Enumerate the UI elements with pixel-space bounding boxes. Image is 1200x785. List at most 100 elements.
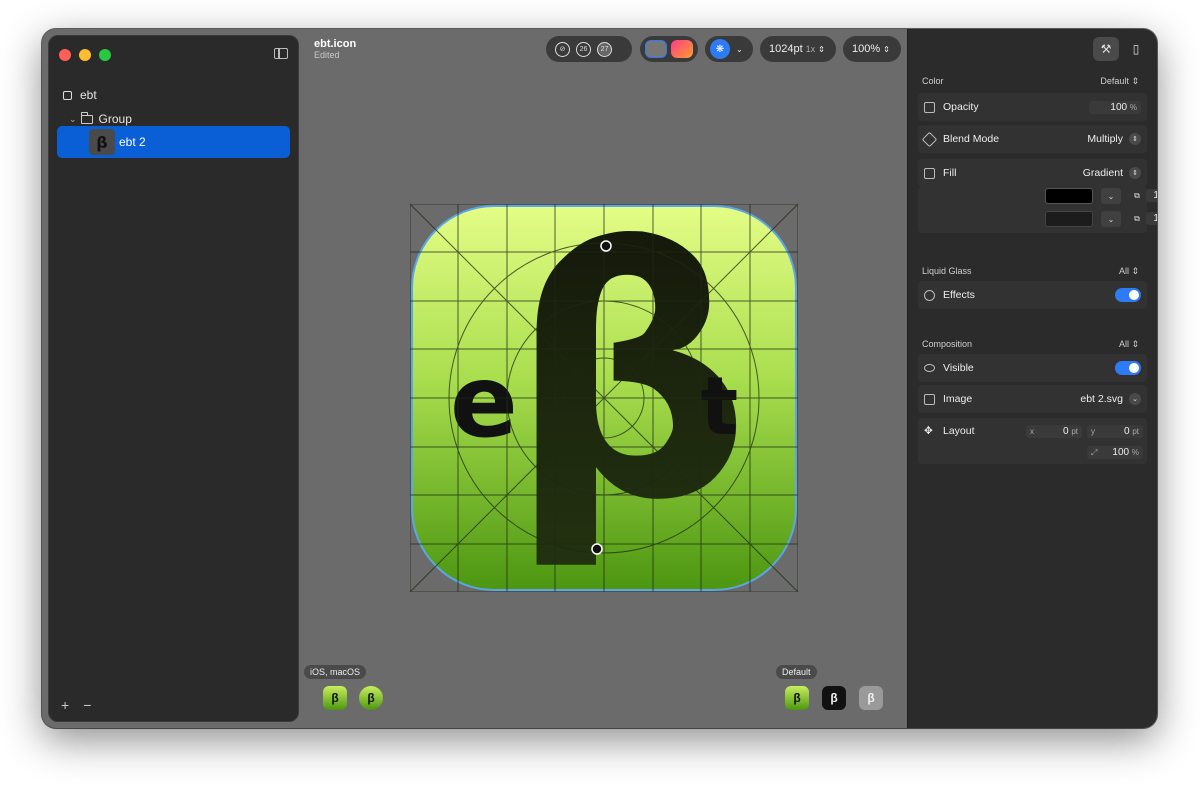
- layout-y-field[interactable]: y0 pt: [1087, 425, 1143, 438]
- platform-preview-group: ⊘ 26 27: [546, 36, 632, 62]
- section-title: Color: [922, 76, 944, 86]
- minimize-window-button[interactable]: [79, 49, 91, 61]
- updown-icon: ⇕: [1129, 133, 1141, 145]
- row-label: Blend Mode: [943, 133, 1000, 145]
- chevron-down-icon[interactable]: ⌄: [1101, 211, 1121, 227]
- paint-bucket-icon: [924, 167, 935, 179]
- document-status: Edited: [314, 50, 340, 60]
- tree-item-label: ebt: [80, 88, 97, 102]
- chevron-down-icon: ⌄: [1129, 393, 1141, 405]
- effects-icon: [924, 289, 935, 301]
- updown-icon: ⇕: [818, 44, 825, 54]
- color-appearance-button[interactable]: [671, 40, 693, 58]
- composition-section-header: Composition All ⇕: [922, 339, 1139, 350]
- gradient-stop-1-opacity[interactable]: 100 %: [1146, 189, 1157, 202]
- svg-text:β: β: [96, 133, 107, 152]
- icon-size-menu[interactable]: 1024pt 1x ⇕: [760, 36, 836, 62]
- opacity-row: Opacity 100 %: [918, 93, 1147, 121]
- opacity-field[interactable]: 100 %: [1089, 100, 1141, 114]
- zoom-menu[interactable]: 100% ⇕: [843, 36, 901, 62]
- fill-type-select[interactable]: Gradient ⇕: [1083, 167, 1141, 179]
- fill-row: Fill Gradient ⇕: [918, 159, 1147, 187]
- preview-icon-dark[interactable]: β: [822, 686, 846, 710]
- platform-tag: iOS, macOS: [304, 665, 367, 679]
- tree-item-label: ebt 2: [119, 135, 146, 149]
- chevron-down-icon[interactable]: ⌄: [1101, 188, 1121, 204]
- no-platform-icon[interactable]: ⊘: [555, 41, 570, 57]
- blend-mode-row: Blend Mode Multiply ⇕: [918, 125, 1147, 153]
- image-row: Image ebt 2.svg ⌄: [918, 385, 1147, 413]
- preview-icon-default[interactable]: β: [785, 686, 809, 710]
- icon-preview: e β t: [409, 179, 799, 593]
- layout-x-field[interactable]: x0 pt: [1026, 425, 1082, 438]
- inspector-panel: ⚒ ▯ Color Default ⇕ Opacity 100 % Blend …: [907, 29, 1157, 728]
- icon-canvas[interactable]: e β t: [409, 179, 799, 593]
- document-icon: [63, 90, 72, 100]
- layout-scale-field[interactable]: ⤢ 100 %: [1087, 446, 1143, 459]
- ios27-button[interactable]: 27: [597, 41, 612, 57]
- color-scope-menu[interactable]: Default ⇕: [1100, 76, 1139, 87]
- light-appearance-button[interactable]: [645, 40, 667, 58]
- move-icon: ✥: [924, 425, 933, 437]
- tree-item-ebt[interactable]: ebt: [49, 84, 298, 106]
- close-window-button[interactable]: [59, 49, 71, 61]
- image-icon: [924, 393, 935, 405]
- sidebar: ebt ⌄ Group β ebt 2 + −: [48, 35, 299, 722]
- row-label: Visible: [943, 362, 974, 374]
- visible-toggle[interactable]: [1115, 361, 1141, 375]
- hammer-icon[interactable]: ⚒: [1093, 37, 1119, 61]
- tree-item-ebt-2[interactable]: β ebt 2: [57, 126, 290, 158]
- copy-icon: ⧉: [1134, 214, 1140, 223]
- blend-mode-select[interactable]: Multiply ⇕: [1087, 133, 1141, 145]
- folder-icon: [80, 111, 93, 124]
- preview-icon-macos[interactable]: β: [359, 686, 383, 710]
- row-label: Layout: [943, 425, 975, 437]
- preview-icon-ios[interactable]: β: [323, 686, 347, 710]
- scale-label: 1x: [805, 44, 816, 54]
- row-label: Fill: [943, 167, 957, 179]
- glyph-t: t: [700, 360, 738, 453]
- gradient-stop-1-swatch[interactable]: [1045, 188, 1093, 204]
- composition-scope-menu[interactable]: All ⇕: [1119, 339, 1139, 350]
- chevron-down-icon[interactable]: ⌄: [69, 114, 77, 125]
- gradient-end-handle: [591, 543, 603, 555]
- effects-toggle[interactable]: [1115, 288, 1141, 302]
- row-label: Opacity: [943, 101, 979, 113]
- updown-icon: ⇕: [1129, 167, 1141, 179]
- preview-icon-tinted[interactable]: β: [859, 686, 883, 710]
- image-select[interactable]: ebt 2.svg ⌄: [1080, 393, 1141, 405]
- row-label: Image: [943, 393, 973, 405]
- effects-row: Effects: [918, 281, 1147, 309]
- appearance-tag: Default: [776, 665, 817, 679]
- tree-item-label: Group: [98, 112, 132, 126]
- layer-thumbnail: β: [89, 129, 115, 155]
- liquid-glass-scope-menu[interactable]: All ⇕: [1119, 266, 1139, 277]
- chevron-down-icon: ⌄: [736, 44, 743, 54]
- visible-row: Visible: [918, 354, 1147, 382]
- section-title: Composition: [922, 339, 973, 349]
- gradient-start-handle: [600, 240, 612, 252]
- layers-icon: [921, 131, 938, 147]
- appearance-group: [640, 36, 698, 62]
- zoom-window-button[interactable]: [99, 49, 111, 61]
- remove-layer-button[interactable]: −: [83, 697, 91, 713]
- color-section-header: Color Default ⇕: [922, 76, 1139, 87]
- gradient-stop-2-swatch[interactable]: [1045, 211, 1093, 227]
- gradient-stop-2-opacity[interactable]: 100 %: [1146, 212, 1157, 225]
- glass-mode-menu[interactable]: ❋ ⌄: [705, 36, 753, 62]
- ios26-button[interactable]: 26: [576, 41, 591, 57]
- opacity-icon: [924, 101, 935, 113]
- app-window: ebt ⌄ Group β ebt 2 + − ebt.icon Edited …: [42, 29, 1157, 728]
- document-icon[interactable]: ▯: [1123, 37, 1149, 61]
- document-title: ebt.icon: [314, 38, 357, 50]
- eye-icon: [924, 364, 935, 372]
- updown-icon: ⇕: [883, 44, 890, 54]
- size-label: 1024pt: [769, 43, 803, 55]
- row-label: Effects: [943, 289, 975, 301]
- section-title: Liquid Glass: [922, 266, 972, 276]
- add-layer-button[interactable]: +: [61, 697, 69, 713]
- copy-icon: ⧉: [1134, 191, 1140, 200]
- resize-icon: ⤢: [1091, 448, 1098, 457]
- sidebar-toggle-icon[interactable]: [274, 48, 288, 59]
- liquid-glass-section-header: Liquid Glass All ⇕: [922, 266, 1139, 277]
